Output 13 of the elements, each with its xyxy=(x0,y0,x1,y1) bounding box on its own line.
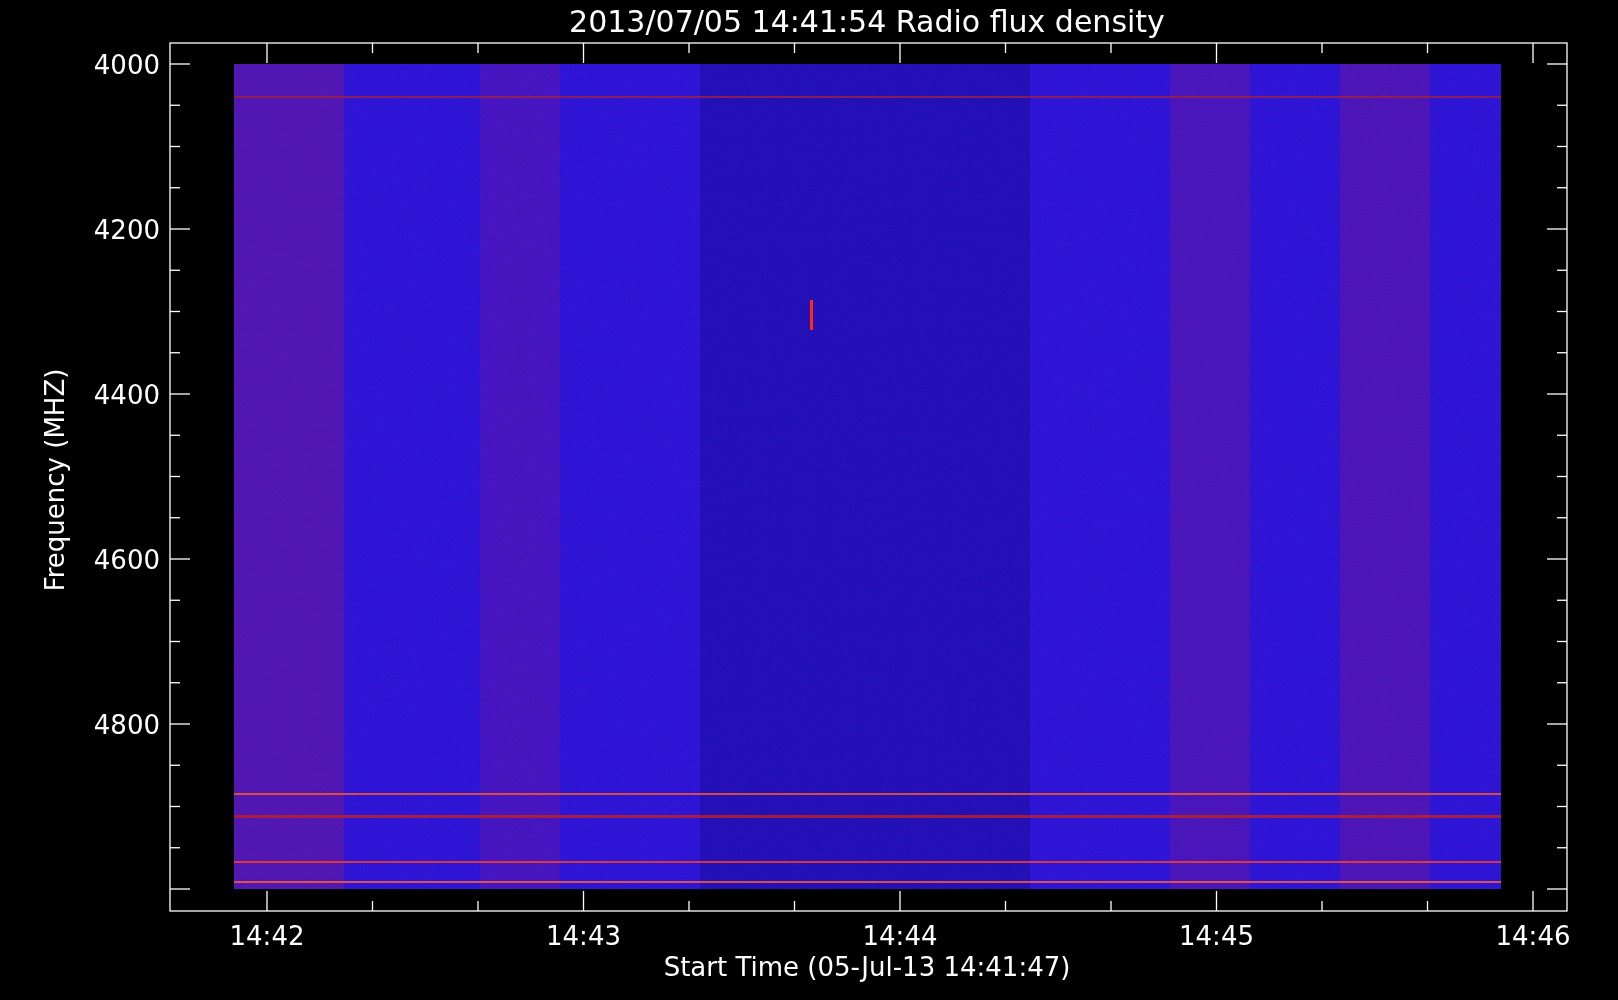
y-tick-label: 4000 xyxy=(93,50,160,80)
x-axis-title: Start Time (05-Jul-13 14:41:47) xyxy=(663,952,1071,982)
y-axis-title: Frequency (MHZ) xyxy=(40,368,70,592)
y-tick-label: 4200 xyxy=(93,215,160,245)
x-tick-label: 14:45 xyxy=(1179,921,1254,951)
y-tick-label: 4600 xyxy=(93,545,160,575)
y-tick-label: 4400 xyxy=(93,380,160,410)
chart-title: 2013/07/05 14:41:54 Radio flux density xyxy=(569,4,1165,39)
x-tick-label: 14:42 xyxy=(229,921,305,951)
x-tick-label: 14:46 xyxy=(1495,921,1571,951)
x-tick-label: 14:44 xyxy=(862,921,938,951)
x-tick-label: 14:43 xyxy=(546,921,621,951)
y-tick-label: 4800 xyxy=(93,710,160,740)
